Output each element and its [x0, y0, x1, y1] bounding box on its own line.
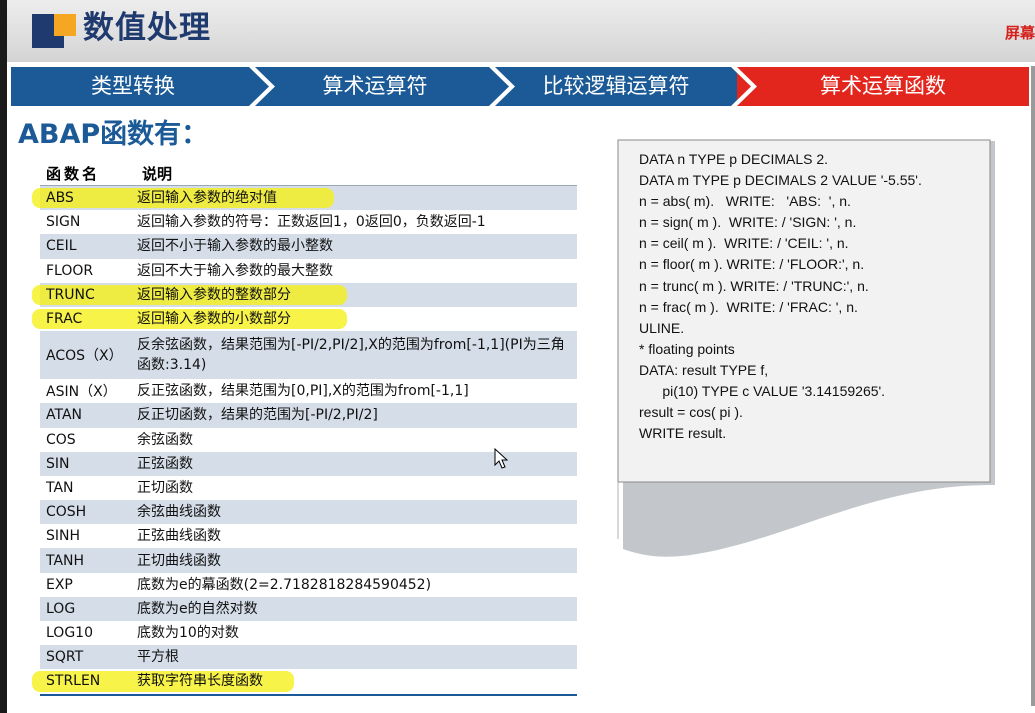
abap-code-sample: DATA n TYPE p DECIMALS 2. DATA m TYPE p D…: [639, 149, 922, 444]
function-name-cell: SIN: [46, 455, 70, 472]
function-name-cell: ACOS（X）: [46, 348, 123, 365]
function-name-cell: ATAN: [46, 407, 83, 424]
table-row: SIGN 返回输入参数的符号：正数返回1，0返回0，负数返回-1: [40, 210, 577, 235]
right-edge-stripe: [1031, 66, 1035, 706]
function-description-cell: 返回不大于输入参数的最大整数: [137, 262, 333, 279]
table-row: FRAC 返回输入参数的小数部分: [32, 306, 577, 332]
function-name-cell: FLOOR: [46, 262, 94, 279]
code-line: n = floor( m ). WRITE: / 'FLOOR:', n.: [639, 256, 865, 273]
table-row: COSH 余弦曲线函数: [40, 500, 577, 525]
table-bottom-border: [40, 693, 577, 696]
function-description-cell: 返回输入参数的小数部分: [137, 311, 291, 328]
function-description-cell: 反正弦函数，结果范围为[0,PI],X的范围为from[-1,1]: [137, 383, 469, 400]
code-line: ULINE.: [639, 319, 685, 336]
function-name-cell: FRAC: [46, 311, 83, 328]
section-heading: ABAP函数有：: [18, 119, 209, 150]
function-name-cell: LOG10: [46, 625, 93, 642]
code-line: DATA m TYPE p DECIMALS 2 VALUE '-5.55'.: [639, 172, 922, 189]
code-line: n = abs( m). WRITE: 'ABS: ', n.: [639, 193, 851, 210]
table-row: FLOOR 返回不大于输入参数的最大整数: [40, 258, 577, 283]
function-description-cell: 返回输入参数的符号：正数返回1，0返回0，负数返回-1: [137, 214, 486, 231]
function-description-cell: 底数为e的自然对数: [137, 600, 258, 617]
function-name-cell: ABS: [46, 190, 74, 207]
function-name-cell: EXP: [46, 576, 73, 593]
table-row: TANH 正切曲线函数: [40, 548, 577, 573]
function-description-cell: 底数为e的幕函数(2=2.7182818284590452): [137, 576, 432, 593]
table-row: SIN 正弦函数: [40, 451, 577, 476]
function-description-cell: 正切曲线函数: [137, 552, 221, 569]
code-line: n = ceil( m ). WRITE: / 'CEIL: ', n.: [639, 235, 849, 252]
function-name-cell: SQRT: [46, 649, 84, 666]
function-name-cell: COSH: [46, 504, 87, 521]
function-description-cell: 返回输入参数的绝对值: [137, 190, 277, 207]
function-description-cell: 返回输入参数的整数部分: [137, 286, 291, 303]
code-line: n = trunc( m ). WRITE: / 'TRUNC:', n.: [639, 277, 869, 294]
function-name-cell: LOG: [46, 600, 76, 617]
table-row: TAN 正切函数: [40, 475, 577, 501]
table-body: ABS 返回输入参数的绝对值 SIGN 返回输入参数的符号：正数返回1，0返回0，负数…: [32, 186, 577, 694]
code-line: * floating points: [639, 340, 735, 357]
function-name-cell: TANH: [46, 552, 85, 569]
table-row: ASIN（X） 反正弦函数，结果范围为[0,PI],X的范围为from[-1,1]: [40, 379, 577, 404]
code-line: DATA n TYPE p DECIMALS 2.: [639, 151, 829, 167]
function-description-cell: 正切函数: [137, 479, 193, 496]
function-description-cell: 余弦函数: [137, 431, 193, 448]
slide-header: 数值处理 屏幕: [7, 0, 1035, 62]
table-row: TRUNC 返回输入参数的整数部分: [32, 282, 577, 307]
function-name-cell: TAN: [46, 479, 74, 496]
table-header-row: 函数名 说明: [40, 161, 577, 186]
code-line: pi(10) TYPE c VALUE '3.14159265'.: [639, 383, 886, 400]
header-function-name: 函数名: [46, 164, 101, 183]
function-description-cell: 正弦函数: [137, 455, 193, 472]
page-title: 数值处理: [83, 10, 211, 46]
function-name-cell: STRLEN: [46, 673, 101, 690]
table-row: LOG 底数为e的自然对数: [40, 596, 577, 621]
header-description: 说明: [142, 164, 173, 183]
function-description-cell: 反余弦函数，结果范围为[-PI/2,PI/2],X的范围为from[-1,1](…: [137, 337, 565, 374]
function-name-cell: SIGN: [46, 214, 81, 231]
table-row: SQRT 平方根: [40, 645, 577, 670]
function-table: 函数名 说明 ABS 返回输入参数的绝对值 SIGN 返回输入参数的符号：正数返回1，…: [32, 161, 577, 696]
table-row: SINH 正弦曲线函数: [40, 524, 577, 549]
function-name-cell: COS: [46, 431, 76, 448]
function-description-cell: 余弦曲线函数: [137, 504, 221, 521]
table-row: EXP 底数为e的幕函数(2=2.7182818284590452): [40, 572, 577, 597]
window-left-frame: [0, 0, 7, 713]
function-description-cell: 底数为10的对数: [137, 625, 239, 642]
function-description-cell: 反正切函数，结果的范围为[-PI/2,PI/2]: [137, 407, 378, 424]
table-row: CEIL 返回不小于输入参数的最小整数: [40, 234, 577, 259]
function-name-cell: TRUNC: [46, 286, 95, 303]
function-name-cell: CEIL: [46, 238, 77, 255]
screen-label: 屏幕: [1004, 24, 1035, 42]
function-description-cell: 返回不小于输入参数的最小整数: [137, 238, 333, 255]
function-description-cell: 获取字符串长度函数: [137, 673, 263, 690]
header-logo-orange-square: [54, 14, 76, 36]
topic-nav: 类型转换 算术运算符 比较逻辑运算符 算术运算函数: [11, 67, 1029, 106]
table-row: ATAN 反正切函数，结果的范围为[-PI/2,PI/2]: [40, 403, 577, 428]
function-description-cell: 正弦曲线函数: [137, 528, 221, 545]
table-row: COS 余弦函数: [40, 427, 577, 452]
code-line: n = frac( m ). WRITE: / 'FRAC: ', n.: [639, 298, 858, 315]
table-row: ABS 返回输入参数的绝对值: [32, 186, 577, 211]
function-name-cell: ASIN（X）: [46, 384, 117, 401]
table-row: LOG10 底数为10的对数: [40, 621, 577, 646]
code-line: result = cos( pi ).: [639, 404, 743, 421]
code-line: DATA: result TYPE f,: [639, 361, 769, 378]
table-row: ACOS（X） 反余弦函数，结果范围为[-PI/2,PI/2],X的范围为from…: [40, 331, 577, 380]
code-line: WRITE result.: [639, 425, 727, 442]
table-row: STRLEN 获取字符串长度函数: [32, 669, 577, 694]
function-name-cell: SINH: [46, 528, 81, 545]
code-line: n = sign( m ). WRITE: / 'SIGN: ', n.: [639, 214, 857, 231]
function-description-cell: 平方根: [137, 649, 179, 666]
code-sample-panel: DATA n TYPE p DECIMALS 2. DATA m TYPE p D…: [617, 139, 995, 564]
